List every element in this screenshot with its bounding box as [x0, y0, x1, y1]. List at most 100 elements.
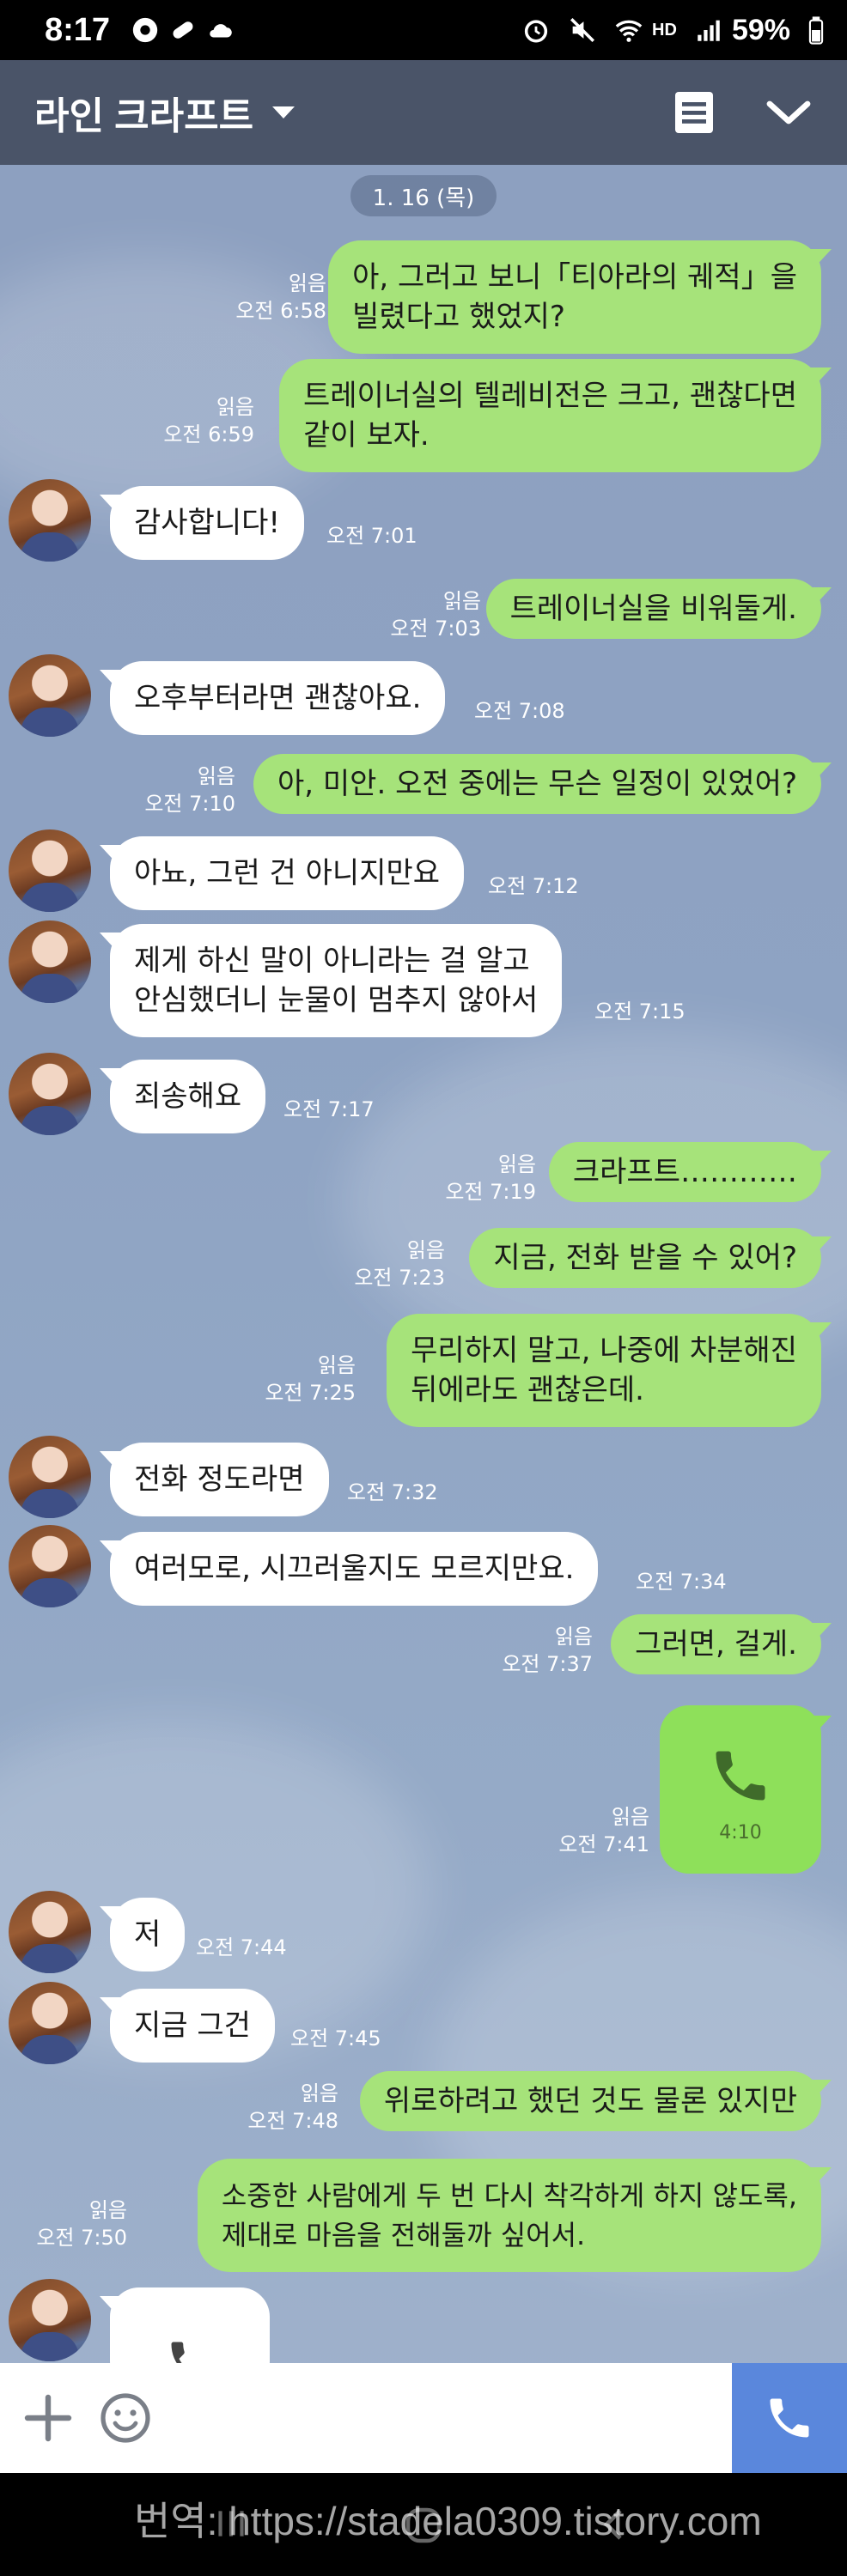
incoming-bubble[interactable]: 여러모로, 시끄러울지도 모르지만요.	[110, 1532, 599, 1606]
chat-screen: 8:17 HD 59% 라인 크라프트 1. 16 (목) 읽음 오전 6:58…	[0, 0, 847, 2576]
message-line: 무리하지 말고, 나중에 차분해진	[411, 1334, 797, 1368]
emoji-icon[interactable]	[98, 2391, 153, 2445]
incoming-bubble[interactable]: 감사합니다!	[110, 486, 305, 560]
date-divider: 1. 16 (목)	[350, 175, 497, 216]
status-right: HD 59%	[513, 14, 825, 47]
message-meta: 읽음오전 7:48	[247, 2080, 338, 2135]
camera-aperture-icon	[132, 17, 158, 43]
message-time: 오전 7:08	[474, 699, 565, 723]
message-line: 트레이너실을 비워둘게.	[509, 592, 797, 626]
message-line: 트레이너실의 텔레비전은 크고, 괜찮다면	[303, 379, 797, 413]
message-meta: 읽음오전 7:25	[265, 1352, 356, 1406]
chevron-down-icon[interactable]	[765, 95, 813, 130]
read-receipt: 읽음	[611, 1805, 649, 1829]
outgoing-bubble[interactable]: 아, 미안. 오전 중에는 무슨 일정이 있었어?	[253, 754, 821, 814]
message-line: 저	[134, 1917, 161, 1952]
signal-icon	[698, 20, 720, 41]
outgoing-bubble[interactable]: 트레이너실의 텔레비전은 크고, 괜찮다면같이 보자.	[279, 359, 821, 472]
chat-title[interactable]: 라인 크라프트	[34, 85, 253, 140]
message-meta: 읽음 오전 6:59	[163, 393, 254, 448]
avatar[interactable]	[9, 479, 91, 562]
avatar[interactable]	[9, 829, 91, 912]
message-line: 제게 하신 말이 아니라는 걸 알고	[134, 944, 530, 978]
read-receipt: 읽음	[554, 1625, 593, 1649]
message-time: 오전 7:01	[326, 524, 417, 548]
notes-icon[interactable]	[672, 88, 716, 137]
message-time: 오전 7:34	[636, 1570, 727, 1594]
status-bar: 8:17 HD 59%	[0, 0, 847, 60]
incoming-bubble[interactable]: 제게 하신 말이 아니라는 걸 알고안심했더니 눈물이 멈추지 않아서	[110, 924, 563, 1037]
message-time: 오전 7:25	[265, 1381, 356, 1405]
message-meta: 읽음오전 7:41	[558, 1803, 649, 1858]
read-receipt: 읽음	[406, 1238, 445, 1262]
message-line: 아, 미안. 오전 중에는 무슨 일정이 있었어?	[277, 767, 797, 801]
message-line: 같이 보자.	[303, 418, 430, 453]
message-time: 오전 7:44	[196, 1935, 287, 1959]
message-meta: 읽음 오전 7:03	[390, 587, 481, 642]
hd-voice-label: HD	[652, 20, 677, 39]
cloud-icon	[210, 24, 232, 38]
message-time: 오전 7:50	[36, 2226, 127, 2250]
message-line: 오후부터라면 괜찮아요.	[134, 681, 422, 715]
message-line: 뒤에라도 괜찮은데.	[411, 1373, 644, 1407]
incoming-bubble[interactable]: 지금 그건	[110, 1989, 275, 2063]
avatar[interactable]	[9, 1891, 91, 1973]
avatar[interactable]	[9, 1525, 91, 1607]
message-line: 빌렸다고 했었지?	[352, 300, 565, 334]
read-receipt: 읽음	[497, 1152, 536, 1176]
outgoing-bubble[interactable]: 위로하려고 했던 것도 물론 있지만	[359, 2071, 821, 2131]
message-line: 안심했더니 눈물이 멈추지 않아서	[134, 983, 539, 1018]
message-time: 오전 6:59	[163, 422, 254, 447]
call-duration: 4:10	[719, 1822, 762, 1844]
avatar[interactable]	[9, 2279, 91, 2361]
outgoing-bubble[interactable]: 아, 그러고 보니「티아라의 궤적」을 빌렸다고 했었지?	[328, 240, 821, 354]
message-line: 크라프트…………	[572, 1155, 797, 1189]
call-button[interactable]	[732, 2363, 847, 2473]
read-receipt: 읽음	[317, 1353, 356, 1377]
notification-icons	[122, 15, 235, 45]
outgoing-bubble[interactable]: 트레이너실을 비워둘게.	[485, 579, 821, 639]
incoming-bubble[interactable]: 오후부터라면 괜찮아요.	[110, 661, 446, 735]
outgoing-bubble[interactable]: 그러면, 걸게.	[611, 1614, 821, 1674]
outgoing-bubble[interactable]: 크라프트…………	[548, 1142, 821, 1202]
message-time: 오전 7:45	[290, 2026, 381, 2050]
read-receipt: 읽음	[88, 2198, 127, 2222]
message-meta: 읽음 오전 7:37	[502, 1623, 593, 1678]
battery-icon	[808, 16, 824, 45]
outgoing-bubble[interactable]: 무리하지 말고, 나중에 차분해진뒤에라도 괜찮은데.	[387, 1314, 821, 1427]
avatar[interactable]	[9, 920, 91, 1003]
incoming-bubble[interactable]: 아뇨, 그런 건 아니지만요	[110, 836, 465, 910]
plus-icon[interactable]	[22, 2392, 74, 2444]
outgoing-bubble[interactable]: 소중한 사람에게 두 번 다시 착각하게 하지 않도록, 제대로 마음을 전해둘까…	[197, 2159, 821, 2272]
message-time: 오전 7:48	[247, 2109, 338, 2133]
message-line: 아뇨, 그런 건 아니지만요	[134, 856, 441, 890]
avatar[interactable]	[9, 1436, 91, 1518]
message-time: 오전 7:41	[558, 1832, 649, 1856]
call-bubble[interactable]: 4:10	[660, 1705, 821, 1874]
message-input[interactable]	[153, 2363, 732, 2473]
message-time: 오전 7:32	[347, 1480, 438, 1504]
phone-icon	[716, 1751, 765, 1801]
avatar[interactable]	[9, 1982, 91, 2064]
battery-percent: 59%	[731, 13, 790, 46]
message-meta: 읽음 오전 7:23	[354, 1236, 445, 1291]
avatar[interactable]	[9, 654, 91, 737]
outgoing-bubble[interactable]: 지금, 전화 받을 수 있어?	[469, 1228, 821, 1288]
read-receipt: 읽음	[300, 2081, 338, 2105]
message-line: 여러모로, 시끄러울지도 모르지만요.	[134, 1552, 575, 1586]
read-receipt: 읽음	[288, 271, 326, 295]
read-receipt: 읽음	[197, 764, 235, 788]
message-meta: 읽음 오전 6:58	[235, 270, 326, 325]
composer-bar	[0, 2363, 847, 2473]
caret-down-icon[interactable]	[272, 106, 296, 118]
incoming-bubble[interactable]: 저	[110, 1898, 186, 1971]
message-line: 제대로 마음을 전해둘까 싶어서.	[221, 2219, 586, 2251]
message-line: 위로하려고 했던 것도 물론 있지만	[383, 2084, 797, 2118]
avatar[interactable]	[9, 1053, 91, 1135]
message-time: 오전 7:17	[283, 1097, 375, 1121]
incoming-bubble[interactable]: 죄송해요	[110, 1060, 266, 1133]
incoming-bubble[interactable]: 전화 정도라면	[110, 1443, 329, 1516]
message-time: 오전 7:03	[390, 617, 481, 641]
alarm-icon	[524, 20, 548, 43]
message-list[interactable]: 1. 16 (목) 읽음 오전 6:58 아, 그러고 보니「티아라의 궤적」을 빌…	[0, 165, 847, 2391]
